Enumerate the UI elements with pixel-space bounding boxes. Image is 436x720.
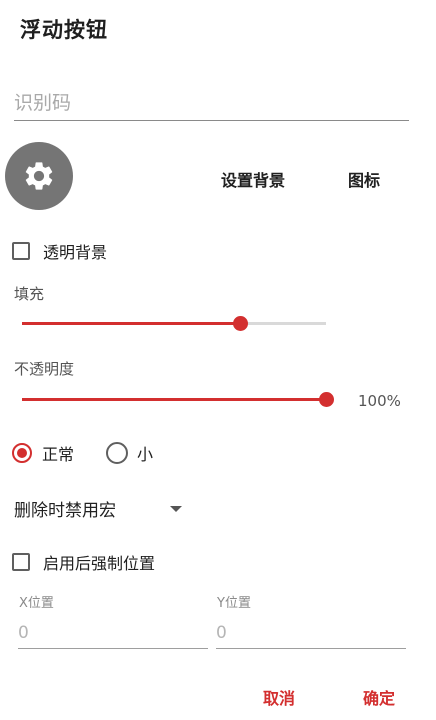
radio-normal-label: 正常 bbox=[42, 445, 75, 464]
fill-label: 填充 bbox=[14, 285, 45, 303]
radio-normal-dot bbox=[17, 448, 27, 458]
set-background-button[interactable]: 设置背景 bbox=[221, 167, 285, 191]
icon-button[interactable]: 图标 bbox=[348, 167, 380, 191]
confirm-button[interactable]: 确定 bbox=[363, 685, 395, 709]
y-position-input[interactable] bbox=[216, 618, 406, 649]
gear-icon bbox=[25, 162, 53, 190]
opacity-value: 100% bbox=[358, 392, 401, 410]
fill-slider-thumb[interactable] bbox=[233, 316, 249, 331]
radio-small-label: 小 bbox=[137, 445, 154, 464]
radio-small[interactable] bbox=[106, 442, 128, 464]
radio-normal[interactable] bbox=[12, 443, 32, 463]
cancel-button[interactable]: 取消 bbox=[263, 685, 295, 709]
x-position-label: X位置 bbox=[19, 596, 54, 611]
transparent-bg-label: 透明背景 bbox=[43, 243, 108, 262]
chevron-down-icon bbox=[170, 505, 182, 512]
fill-slider-fill bbox=[22, 322, 241, 325]
transparent-bg-checkbox[interactable] bbox=[12, 242, 30, 260]
transparent-bg-row[interactable]: 透明背景 bbox=[12, 239, 107, 263]
size-option-small[interactable]: 小 bbox=[106, 441, 153, 465]
x-position-input[interactable] bbox=[18, 618, 208, 649]
force-position-label: 启用后强制位置 bbox=[43, 554, 156, 573]
opacity-slider[interactable] bbox=[22, 392, 334, 407]
opacity-slider-fill bbox=[22, 398, 326, 401]
y-position-label: Y位置 bbox=[217, 596, 251, 611]
delete-action-value: 删除时禁用宏 bbox=[14, 501, 116, 521]
opacity-label: 不透明度 bbox=[14, 360, 75, 378]
size-option-normal[interactable]: 正常 bbox=[12, 441, 74, 465]
button-preview[interactable] bbox=[5, 142, 73, 210]
dialog-title: 浮动按钮 bbox=[20, 18, 108, 42]
force-position-row[interactable]: 启用后强制位置 bbox=[12, 550, 155, 574]
fill-slider[interactable] bbox=[22, 316, 326, 331]
force-position-checkbox[interactable] bbox=[12, 553, 30, 571]
delete-action-dropdown[interactable]: 删除时禁用宏 bbox=[14, 496, 182, 521]
identifier-input[interactable] bbox=[14, 86, 409, 121]
opacity-slider-thumb[interactable] bbox=[318, 392, 334, 407]
